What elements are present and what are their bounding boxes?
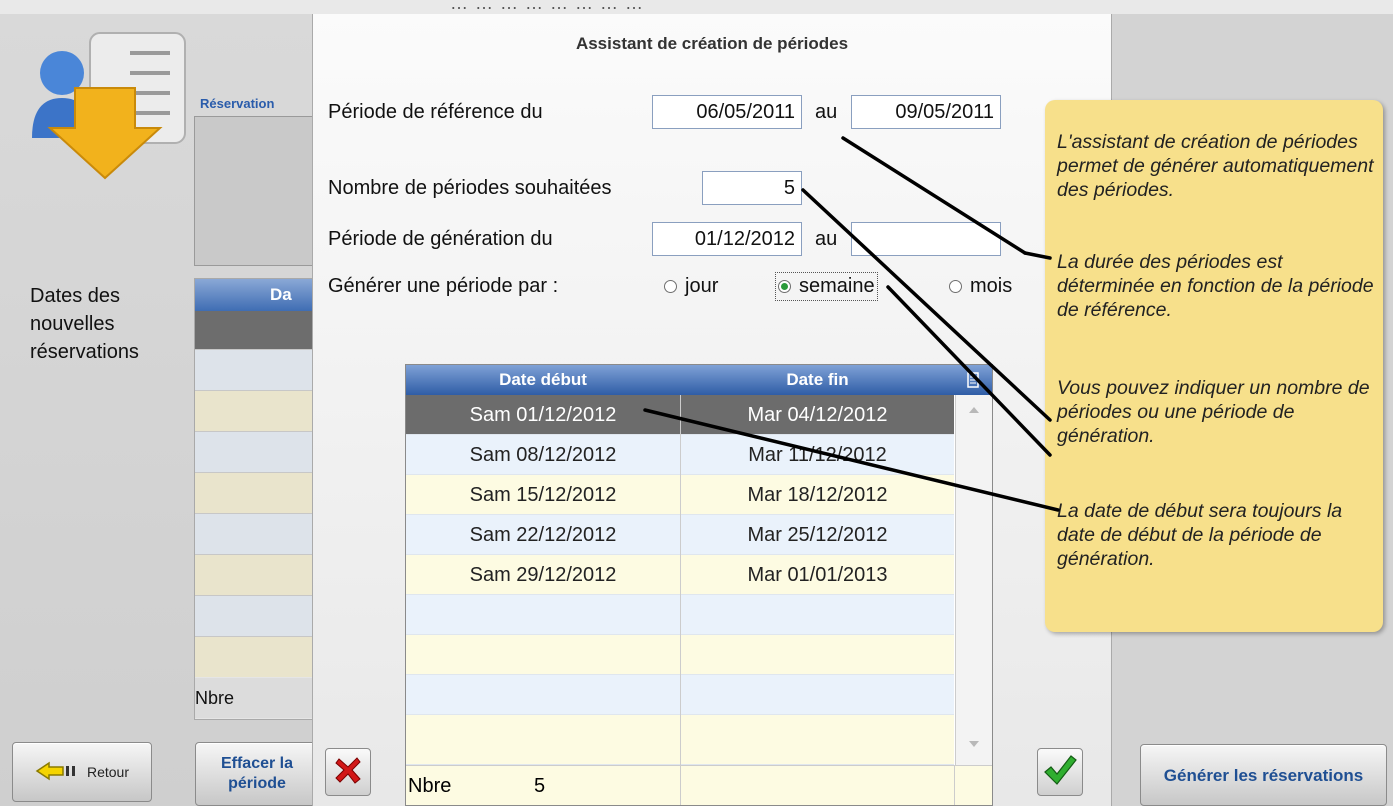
top-bar-text: … … … … … … … … (450, 0, 645, 13)
tooltip-paragraph-1: L'assistant de création de périodes perm… (1057, 131, 1374, 201)
column-header-date-fin[interactable]: Date fin (681, 365, 954, 395)
footer-nbre-label: Nbre (408, 775, 452, 797)
cell-empty (406, 635, 681, 675)
table-footer: Nbre 5 (406, 765, 992, 805)
table-row-empty[interactable] (406, 595, 954, 635)
radio-mois[interactable]: mois (949, 275, 1012, 298)
radio-semaine-label: semaine (799, 275, 875, 297)
cell-date-debut: Sam 29/12/2012 (406, 555, 681, 595)
reference-from-field[interactable]: 06/05/2011 (652, 95, 802, 129)
footer-divider (680, 766, 681, 805)
cell-empty (681, 715, 954, 765)
radio-mois-indicator (949, 280, 962, 293)
ok-button[interactable] (1037, 748, 1083, 796)
radio-semaine-indicator (778, 280, 791, 293)
cell-date-fin: Mar 11/12/2012 (748, 444, 887, 466)
cell-date-fin: Mar 04/12/2012 (747, 404, 888, 426)
generer-reservations-button[interactable]: Générer les réservations (1140, 744, 1387, 806)
footer-nbre-value: 5 (534, 775, 546, 797)
table-row[interactable]: Sam 08/12/2012 Mar 11/12/2012 (406, 435, 954, 475)
table-row[interactable]: Sam 15/12/2012 Mar 18/12/2012 (406, 475, 954, 515)
table-row[interactable]: Sam 22/12/2012 Mar 25/12/2012 (406, 515, 954, 555)
help-tooltip: L'assistant de création de périodes perm… (1045, 100, 1383, 632)
reservation-label: Réservation (200, 96, 275, 111)
reference-to-field[interactable]: 09/05/2011 (851, 95, 1001, 129)
generation-au-label: au (815, 228, 838, 250)
table-row-empty[interactable] (406, 675, 954, 715)
background-grid-row[interactable] (195, 513, 319, 554)
background-grid-row[interactable] (195, 636, 319, 677)
cell-date-fin: Mar 25/12/2012 (747, 524, 888, 546)
cell-date-debut: Sam 01/12/2012 (406, 395, 681, 435)
cell-date-fin: Mar 18/12/2012 (747, 484, 888, 506)
table-row[interactable]: Sam 29/12/2012 Mar 01/01/2013 (406, 555, 954, 595)
background-nbre-label: Nbre (195, 678, 317, 718)
period-count-field[interactable]: 5 (702, 171, 802, 205)
period-table[interactable]: Date début Date fin Sam 01/12/2012 Mar 0… (405, 364, 993, 806)
cell-empty (681, 675, 954, 715)
user-download-icon (20, 28, 190, 183)
period-count-label: Nombre de périodes souhaitées (328, 177, 612, 199)
cell-empty (681, 595, 954, 635)
tooltip-paragraph-3: Vous pouvez indiquer un nombre de périod… (1057, 377, 1370, 447)
radio-jour-label: jour (685, 275, 719, 297)
table-scrollbar[interactable] (955, 395, 992, 765)
radio-semaine[interactable]: semaine (775, 272, 878, 301)
cell-empty (406, 675, 681, 715)
cell-date-debut: Sam 15/12/2012 (406, 475, 681, 515)
background-grid-row[interactable] (195, 595, 319, 636)
radio-jour-indicator (664, 280, 677, 293)
retour-label: Retour (86, 764, 130, 780)
table-row[interactable]: Sam 01/12/2012 Mar 04/12/2012 (406, 395, 954, 435)
effacer-periode-button[interactable]: Effacer la période (195, 742, 319, 806)
top-bar: … … … … … … … … (0, 0, 1393, 15)
tooltip-paragraph-2: La durée des périodes est déterminée en … (1057, 251, 1374, 321)
table-row-empty[interactable] (406, 715, 954, 765)
scroll-up-icon[interactable] (968, 401, 980, 419)
scroll-down-icon[interactable] (968, 735, 980, 753)
column-menu-icon[interactable] (961, 365, 985, 399)
reference-period-label: Période de référence du (328, 101, 543, 123)
footer-divider (954, 766, 955, 805)
background-grid-row[interactable] (195, 390, 319, 431)
cell-date-debut: Sam 08/12/2012 (406, 435, 681, 475)
background-grid-row[interactable] (195, 554, 319, 595)
background-grid-row[interactable] (195, 472, 319, 513)
cell-date-fin: Mar 01/01/2013 (747, 564, 888, 586)
reference-au-label: au (815, 101, 838, 123)
background-grid-row[interactable] (195, 349, 319, 390)
background-grid-row[interactable] (195, 431, 319, 472)
radio-jour[interactable]: jour (664, 275, 718, 298)
retour-button[interactable]: Retour (12, 742, 152, 802)
radio-mois-label: mois (970, 275, 1013, 297)
arrow-left-icon (35, 761, 79, 784)
cancel-button[interactable] (325, 748, 371, 796)
tooltip-paragraph-4: La date de début sera toujours la date d… (1057, 500, 1343, 570)
cell-empty (681, 635, 954, 675)
dates-label: Dates des nouvelles réservations (30, 285, 139, 363)
checkmark-icon (1043, 754, 1077, 791)
cell-empty (406, 595, 681, 635)
table-row-empty[interactable] (406, 635, 954, 675)
reservation-box (194, 116, 320, 266)
background-grid[interactable]: Da (194, 278, 320, 720)
cell-empty (406, 715, 681, 765)
generation-period-label: Période de génération du (328, 228, 553, 250)
cell-date-debut: Sam 22/12/2012 (406, 515, 681, 555)
generate-per-label: Générer une période par : (328, 275, 559, 297)
generation-to-field[interactable] (851, 222, 1001, 256)
column-header-date-debut[interactable]: Date début (406, 365, 680, 395)
background-grid-header: Da (195, 279, 319, 311)
cancel-x-icon (333, 755, 363, 790)
background-grid-selected-row[interactable] (195, 311, 319, 349)
dialog-title: Assistant de création de périodes (575, 34, 849, 53)
generation-from-field[interactable]: 01/12/2012 (652, 222, 802, 256)
table-header: Date début Date fin (406, 365, 992, 395)
